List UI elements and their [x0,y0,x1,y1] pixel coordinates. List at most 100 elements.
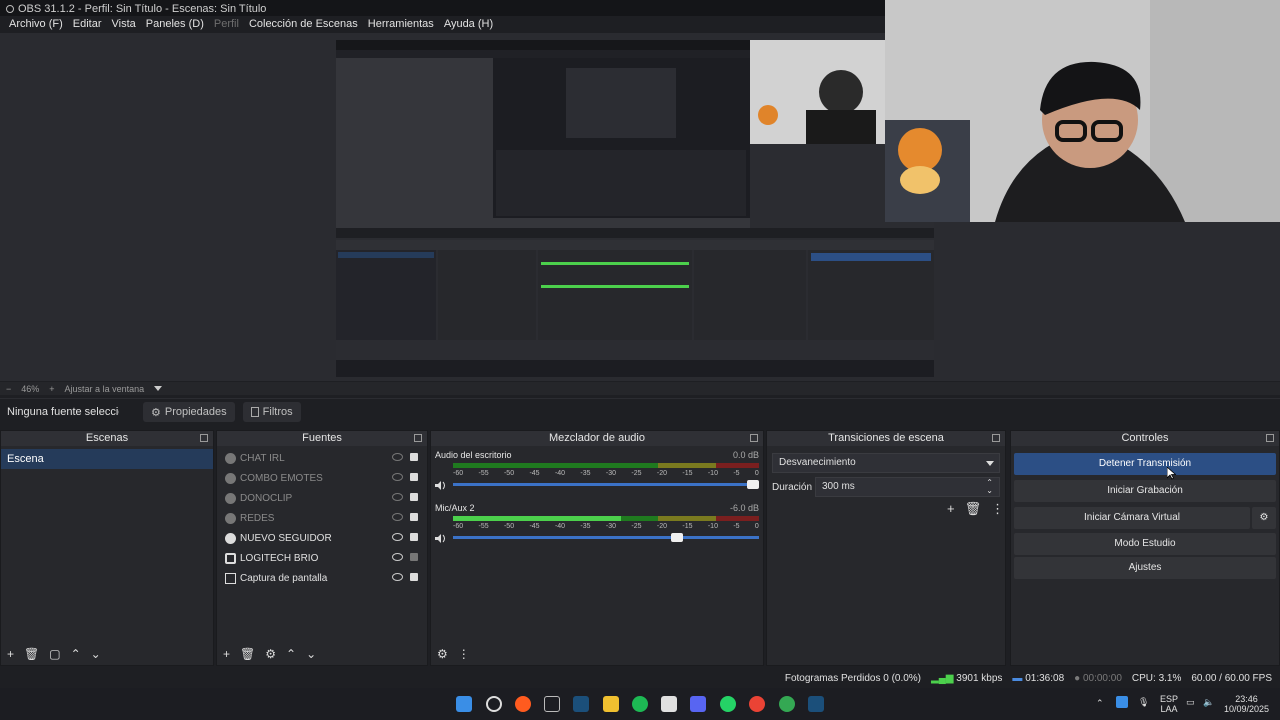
language-code: ESP [1160,694,1179,704]
add-icon[interactable]: + [223,647,230,661]
whatsapp-icon[interactable] [720,696,736,712]
more-options-icon[interactable]: ⋮ [991,501,1004,517]
zoom-dropdown-icon[interactable] [154,386,163,391]
chevron-down-icon[interactable]: ⌄ [91,647,101,661]
menu-paneles[interactable]: Paneles (D) [141,16,209,33]
volume-slider[interactable] [453,480,759,489]
steam-icon[interactable] [808,696,824,712]
preview-canvas[interactable] [336,40,934,377]
spotify-icon[interactable] [632,696,648,712]
chevron-down-icon[interactable]: ⌄ [306,647,316,661]
scene-item[interactable]: Escena [1,449,213,469]
duration-input[interactable]: 300 ms ⌃ ⌄ [815,477,1000,497]
lock-icon[interactable] [410,533,418,541]
trash-icon[interactable]: 🗑 [240,647,255,661]
sources-footer: + 🗑 ⚙ ⌃ ⌄ [217,643,427,665]
zoom-in-button[interactable]: + [49,384,54,394]
undock-icon[interactable] [992,434,1000,442]
chevron-up-icon[interactable]: ⌃ [71,647,81,661]
discord-icon[interactable] [690,696,706,712]
tray-app-icon[interactable] [1116,696,1128,708]
undock-icon[interactable] [1266,434,1274,442]
add-icon[interactable]: + [947,501,955,517]
lock-icon[interactable] [410,493,418,501]
language-indicator[interactable]: ESP LAA [1160,694,1178,714]
obs-taskbar-icon[interactable] [486,696,502,712]
source-item[interactable]: LOGITECH BRIO [217,548,427,568]
eye-icon[interactable] [392,553,403,561]
lock-icon[interactable] [410,573,418,581]
chevron-up-icon[interactable]: ⌃ [286,647,296,661]
transition-select[interactable]: Desvanecimiento [772,453,1000,473]
lock-icon[interactable] [410,513,418,521]
volume-knob[interactable] [747,480,759,489]
trash-icon[interactable]: 🗑 [24,647,39,661]
browser-source-icon [225,492,236,504]
add-icon[interactable]: + [7,647,14,661]
eye-hidden-icon[interactable] [392,473,403,481]
volume-slider[interactable] [453,533,759,542]
speaker-icon[interactable] [435,532,446,543]
filter-icon[interactable]: ▢ [49,647,60,661]
menu-perfil[interactable]: Perfil [209,16,244,33]
start-recording-button[interactable]: Iniciar Grabación [1014,480,1276,502]
volume-icon[interactable]: 🔈 [1203,697,1214,707]
duration-value: 300 ms [822,481,855,492]
mixer-settings-icon[interactable]: ⚙ [437,647,448,661]
menu-editar[interactable]: Editar [68,16,107,33]
trash-icon[interactable]: 🗑 [965,501,982,517]
eye-hidden-icon[interactable] [392,493,403,501]
eye-icon[interactable] [392,573,403,581]
eye-icon[interactable] [392,533,403,541]
tick-label: -5 [733,523,740,530]
browser-source-icon [225,452,236,464]
menu-ayuda[interactable]: Ayuda (H) [439,16,498,33]
menu-herramientas[interactable]: Herramientas [363,16,439,33]
source-item[interactable]: DONOCLIP [217,488,427,508]
lock-icon[interactable] [410,453,418,461]
monitor-icon [225,572,236,584]
undock-icon[interactable] [200,434,208,442]
source-item[interactable]: REDES [217,508,427,528]
source-item[interactable]: COMBO EMOTES [217,468,427,488]
undock-icon[interactable] [414,434,422,442]
more-options-icon[interactable]: ⋮ [458,647,470,661]
properties-button[interactable]: ⚙ Propiedades [143,402,235,422]
menu-archivo[interactable]: Archivo (F) [4,16,68,33]
source-name: CHAT IRL [240,452,285,464]
undock-icon[interactable] [750,434,758,442]
chrome-profile-icon[interactable] [779,696,795,712]
source-item[interactable]: CHAT IRL [217,448,427,468]
clock[interactable]: 23:46 10/09/2025 [1224,694,1269,714]
start-virtual-camera-button[interactable]: Iniciar Cámara Virtual [1014,507,1250,529]
chrome-icon[interactable] [749,696,765,712]
unlock-icon[interactable] [410,553,418,561]
settings-button[interactable]: Ajustes [1014,557,1276,579]
network-icon[interactable]: ▭ [1186,697,1195,707]
steam-icon[interactable] [573,696,589,712]
studio-mode-button[interactable]: Modo Estudio [1014,533,1276,555]
eye-hidden-icon[interactable] [392,513,403,521]
slack-icon[interactable] [661,696,677,712]
speaker-icon[interactable] [435,479,446,490]
stop-streaming-button[interactable]: Detener Transmisión [1014,453,1276,475]
menu-vista[interactable]: Vista [107,16,141,33]
spinner-icon[interactable]: ⌃ ⌄ [986,479,993,495]
filters-button[interactable]: Filtros [242,402,301,422]
zoom-out-button[interactable]: − [6,384,11,394]
eye-hidden-icon[interactable] [392,453,403,461]
source-item[interactable]: NUEVO SEGUIDOR [217,528,427,548]
windows-start-icon[interactable] [456,696,472,712]
source-item[interactable]: Captura de pantalla [217,568,427,588]
menu-coleccion-escenas[interactable]: Colección de Escenas [244,16,363,33]
virtual-camera-settings-button[interactable]: ⚙ [1252,507,1276,529]
microphone-icon[interactable]: 🎙 [1138,697,1149,707]
chevron-up-icon[interactable]: ⌃ [1096,698,1104,708]
epic-games-icon[interactable] [544,696,560,712]
folder-icon[interactable] [603,696,619,712]
volume-knob[interactable] [670,533,683,542]
lock-icon[interactable] [410,473,418,481]
fit-window-label[interactable]: Ajustar a la ventana [65,384,145,394]
gear-icon[interactable]: ⚙ [265,647,276,661]
app-icon[interactable] [515,696,531,712]
